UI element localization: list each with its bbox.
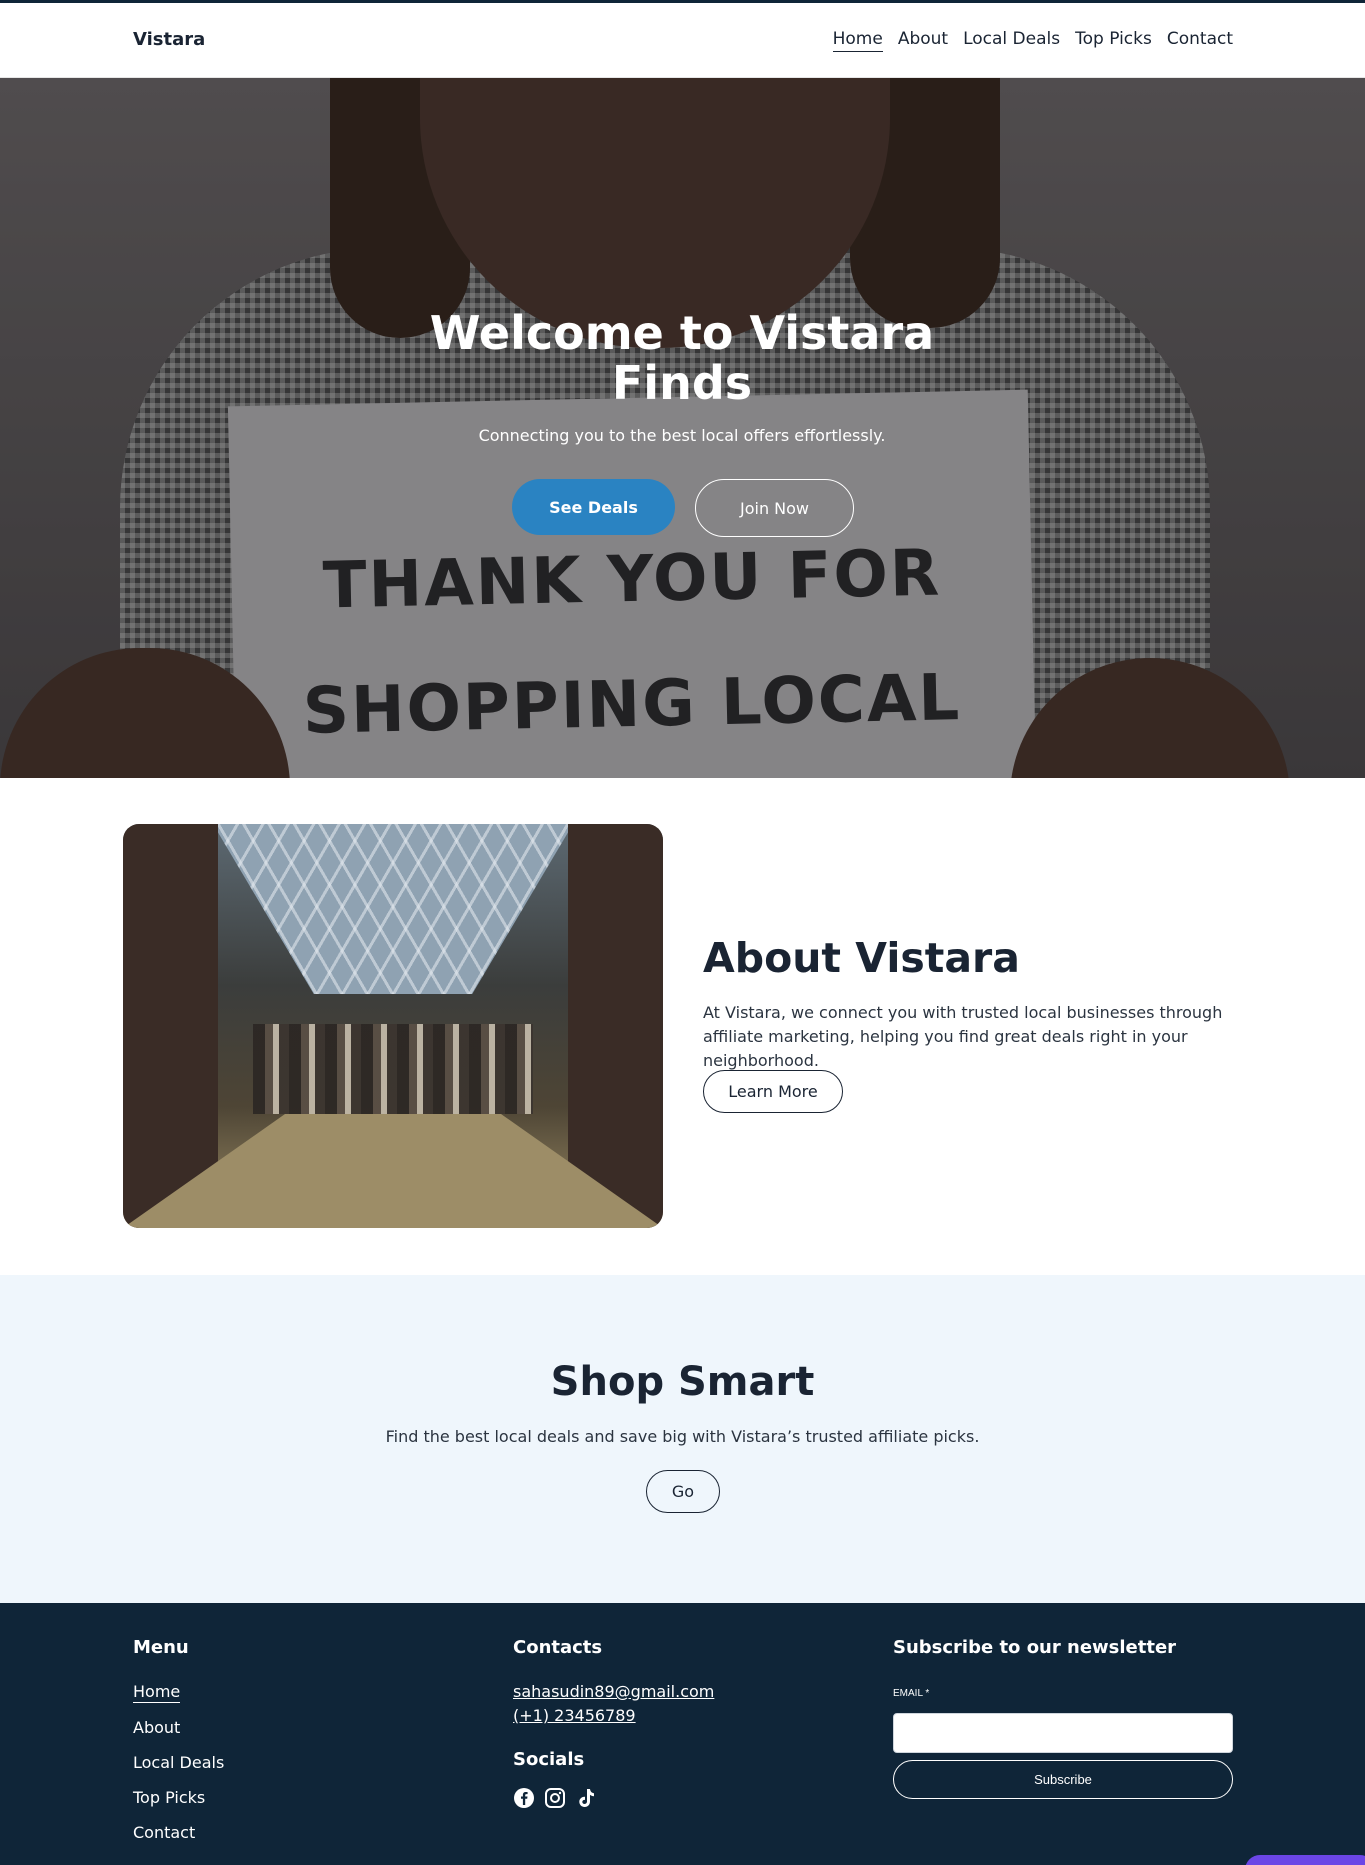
footer-contacts-title: Contacts [513,1637,603,1658]
tiktok-icon[interactable] [575,1787,597,1809]
go-button[interactable]: Go [646,1470,720,1513]
footer-menu-title: Menu [133,1637,189,1658]
footer-link-top-picks[interactable]: Top Picks [133,1787,224,1808]
site-header: Vistara Home About Local Deals Top Picks… [0,3,1365,78]
social-icons [513,1787,597,1809]
facebook-icon[interactable] [513,1787,535,1809]
email-label: EMAIL * [893,1688,930,1699]
footer-link-about[interactable]: About [133,1717,224,1738]
footer-link-home[interactable]: Home [133,1681,181,1703]
photo-roof [213,824,573,994]
join-now-button[interactable]: Join Now [695,479,854,537]
instagram-icon[interactable] [544,1787,566,1809]
main-nav: Home About Local Deals Top Picks Contact [832,29,1233,52]
shop-title: Shop Smart [550,1359,815,1405]
nav-local-deals[interactable]: Local Deals [963,29,1060,52]
footer-email-link[interactable]: sahasudin89@gmail.com [513,1682,714,1701]
photo-wall [123,824,218,1228]
nav-top-picks[interactable]: Top Picks [1075,29,1152,52]
market-hall-photo [123,824,663,1228]
about-text: At Vistara, we connect you with trusted … [703,1003,1223,1070]
chat-widget-button[interactable] [1245,1855,1365,1865]
footer-phone-link[interactable]: (+1) 23456789 [513,1706,636,1725]
hero-title: Welcome to Vistara Finds [429,306,935,410]
footer-link-contact[interactable]: Contact [133,1822,224,1843]
footer-link-local-deals[interactable]: Local Deals [133,1752,224,1773]
nav-contact[interactable]: Contact [1167,29,1233,52]
footer-menu: Home About Local Deals Top Picks Contact [133,1681,224,1843]
learn-more-button[interactable]: Learn More [703,1070,843,1113]
nav-home[interactable]: Home [832,29,883,52]
shop-text: Find the best local deals and save big w… [385,1427,980,1446]
newsletter-email-input[interactable] [893,1713,1233,1753]
hero-section: THANK YOU FOR SHOPPING LOCAL Welcome to … [0,78,1365,778]
photo-wall [568,824,663,1228]
brand-logo[interactable]: Vistara [133,29,205,50]
hero-subtitle: Connecting you to the best local offers … [478,426,886,445]
about-title: About Vistara [703,934,1020,982]
newsletter-title: Subscribe to our newsletter [893,1637,1177,1658]
footer-socials-title: Socials [513,1749,585,1770]
nav-about[interactable]: About [898,29,948,52]
photo-crowd [253,1024,533,1114]
site-footer: Menu Home About Local Deals Top Picks Co… [0,1603,1365,1865]
subscribe-button[interactable]: Subscribe [893,1760,1233,1799]
shop-smart-section: Shop Smart Find the best local deals and… [0,1275,1365,1603]
see-deals-button[interactable]: See Deals [512,479,675,535]
